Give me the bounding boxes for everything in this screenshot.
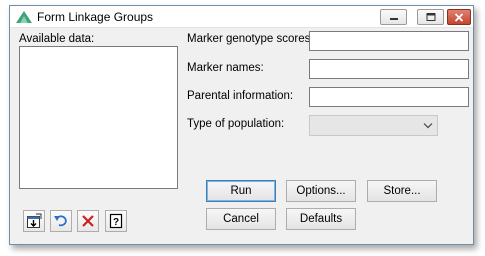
dialog-window: Form Linkage Groups Available data: Mark… xyxy=(9,5,474,245)
window-title: Form Linkage Groups xyxy=(37,10,154,24)
parental-information-field[interactable] xyxy=(309,87,469,107)
type-of-population-select[interactable] xyxy=(309,115,438,136)
undo-icon xyxy=(54,215,67,227)
maximize-icon xyxy=(426,13,435,21)
title-bar[interactable]: Form Linkage Groups xyxy=(10,6,473,28)
chevron-down-icon xyxy=(423,123,433,129)
minimize-button[interactable] xyxy=(380,9,407,25)
clear-icon xyxy=(82,215,94,227)
maximize-button[interactable] xyxy=(417,9,444,25)
transfer-button[interactable] xyxy=(23,210,45,232)
parental-information-label: Parental information: xyxy=(187,90,294,102)
cancel-button[interactable]: Cancel xyxy=(206,208,276,230)
type-of-population-label: Type of population: xyxy=(187,118,285,130)
help-icon: ? xyxy=(109,213,123,229)
close-icon xyxy=(454,12,464,22)
marker-names-label: Marker names: xyxy=(187,62,264,74)
app-logo-icon xyxy=(15,10,33,24)
defaults-button[interactable]: Defaults xyxy=(286,208,356,230)
close-button[interactable] xyxy=(447,9,471,25)
undo-button[interactable] xyxy=(50,210,72,232)
run-button[interactable]: Run xyxy=(206,180,276,202)
clear-button[interactable] xyxy=(77,210,99,232)
available-data-list[interactable] xyxy=(19,46,178,189)
available-data-label: Available data: xyxy=(19,33,95,45)
store-button[interactable]: Store... xyxy=(367,180,437,202)
options-button[interactable]: Options... xyxy=(286,180,356,202)
minimize-icon xyxy=(389,18,398,20)
transfer-icon xyxy=(27,213,42,228)
svg-text:?: ? xyxy=(113,217,119,228)
marker-genotype-scores-label: Marker genotype scores: xyxy=(187,33,314,45)
help-button[interactable]: ? xyxy=(105,210,127,232)
marker-names-field[interactable] xyxy=(309,59,469,79)
marker-genotype-scores-field[interactable] xyxy=(309,31,469,51)
